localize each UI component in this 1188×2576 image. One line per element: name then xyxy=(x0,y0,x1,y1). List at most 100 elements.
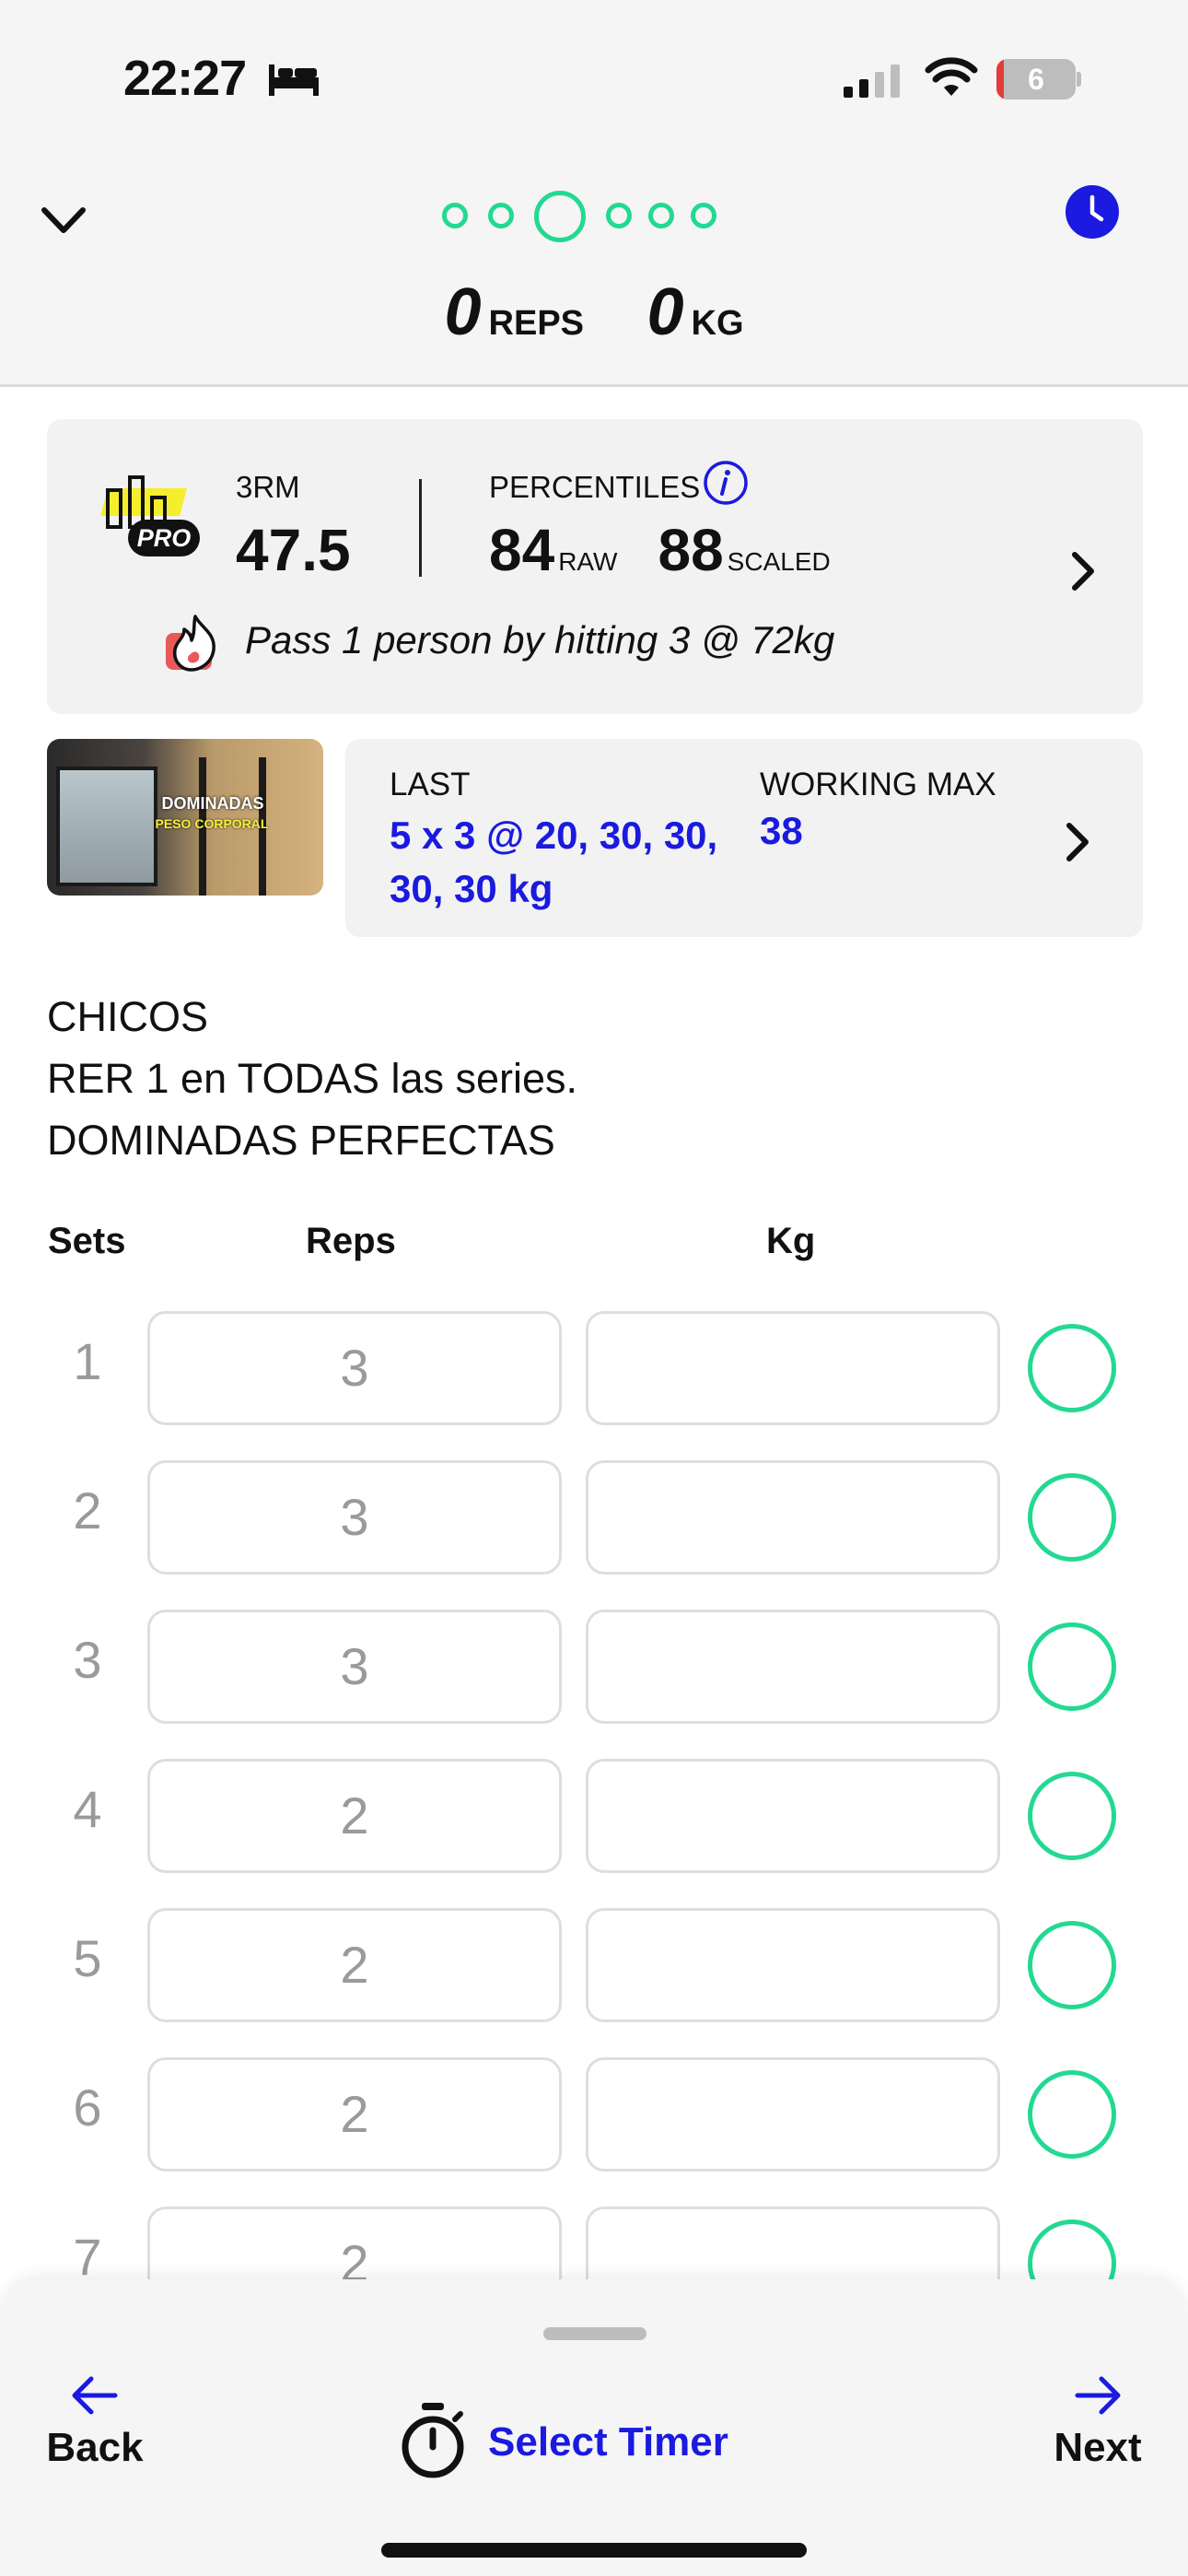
total-kg-value: 0 xyxy=(646,275,684,349)
select-timer-button[interactable]: Select Timer xyxy=(396,2399,783,2491)
set-row: 5 2 xyxy=(0,1908,1188,2028)
video-subtitle: PESO CORPORAL xyxy=(155,816,269,831)
chevron-right-icon[interactable] xyxy=(1054,814,1101,870)
next-label: Next xyxy=(1054,2425,1142,2470)
set-row: 4 2 xyxy=(0,1759,1188,1879)
last-value: 5 x 3 @ 20, 30, 30, 30, 30 kg xyxy=(390,814,718,910)
kg-input[interactable] xyxy=(586,1311,1000,1425)
battery-level: 6 xyxy=(1028,63,1044,96)
set-number: 4 xyxy=(73,1780,102,1838)
complete-set-checkbox[interactable] xyxy=(1028,2070,1116,2159)
notes-line: CHICOS xyxy=(47,993,209,1040)
challenge-text: Pass 1 person by hitting 3 @ 72kg xyxy=(245,618,835,662)
info-icon[interactable] xyxy=(703,460,749,506)
complete-set-checkbox[interactable] xyxy=(1028,1473,1116,1562)
working-max-value: 38 xyxy=(760,809,803,852)
set-number: 2 xyxy=(73,1481,102,1540)
bed-icon xyxy=(269,64,319,96)
reps-input[interactable]: 3 xyxy=(147,1311,562,1425)
fire-icon xyxy=(166,615,215,672)
progress-dot[interactable] xyxy=(606,203,632,228)
stopwatch-icon xyxy=(402,2403,464,2478)
set-row: 1 3 xyxy=(0,1311,1188,1431)
kg-input[interactable] xyxy=(586,1908,1000,2022)
percentiles-label: PERCENTILES xyxy=(489,470,701,504)
kg-input[interactable] xyxy=(586,1460,1000,1575)
kg-column-header: Kg xyxy=(766,1221,816,1261)
video-title: DOMINADAS xyxy=(161,794,264,813)
progress-dot[interactable] xyxy=(691,203,716,228)
reps-input[interactable]: 2 xyxy=(147,1908,562,2022)
reps-input[interactable]: 3 xyxy=(147,1610,562,1724)
raw-label: RAW xyxy=(558,547,618,576)
total-reps: 0 REPS xyxy=(444,275,584,350)
last-label: LAST xyxy=(390,767,471,802)
sheet-grabber[interactable] xyxy=(543,2327,646,2340)
rm-label: 3RM xyxy=(236,470,300,504)
sets-column-header: Sets xyxy=(48,1221,126,1261)
progress-dot[interactable] xyxy=(488,203,514,228)
home-indicator[interactable] xyxy=(381,2543,807,2558)
battery-icon: 6 xyxy=(996,59,1081,100)
arrow-right-icon xyxy=(1075,2376,1121,2415)
set-number: 1 xyxy=(73,1332,102,1390)
progress-dot[interactable] xyxy=(442,203,468,228)
session-totals: 0 REPS 0 KG xyxy=(0,275,1188,357)
set-number: 7 xyxy=(73,2228,102,2286)
chevron-down-icon[interactable] xyxy=(37,193,90,247)
notes-line: DOMINADAS PERFECTAS xyxy=(47,1117,555,1164)
progress-dot[interactable] xyxy=(648,203,674,228)
percentiles-values: 84 RAW 88 SCALED xyxy=(489,516,871,584)
status-bar: 22:27 6 xyxy=(0,0,1188,157)
wifi-icon xyxy=(925,57,978,96)
total-kg-unit: KG xyxy=(691,304,744,343)
set-number: 6 xyxy=(73,2078,102,2137)
kg-input[interactable] xyxy=(586,2057,1000,2172)
total-reps-value: 0 xyxy=(444,275,482,349)
select-timer-label: Select Timer xyxy=(488,2419,728,2465)
set-row: 3 3 xyxy=(0,1610,1188,1729)
next-button[interactable]: Next xyxy=(1029,2371,1167,2510)
set-row: 2 3 xyxy=(0,1460,1188,1580)
raw-percentile: 84 xyxy=(489,517,555,583)
svg-text:PRO: PRO xyxy=(137,524,192,552)
status-time: 22:27 xyxy=(123,51,247,106)
scaled-label: SCALED xyxy=(727,547,831,576)
stats-card[interactable]: PRO 3RM 47.5 PERCENTILES 84 RAW 88 SCALED P… xyxy=(47,419,1143,714)
arrow-left-icon xyxy=(72,2376,118,2415)
reps-column-header: Reps xyxy=(306,1221,396,1261)
total-kg: 0 KG xyxy=(646,275,743,350)
back-label: Back xyxy=(46,2425,144,2470)
kg-input[interactable] xyxy=(586,1610,1000,1724)
workout-header: 0 REPS 0 KG xyxy=(0,157,1188,387)
complete-set-checkbox[interactable] xyxy=(1028,1622,1116,1711)
progress-dot-active[interactable] xyxy=(534,191,586,242)
reps-input[interactable]: 3 xyxy=(147,1460,562,1575)
total-reps-unit: REPS xyxy=(488,304,585,343)
reps-input[interactable]: 2 xyxy=(147,1759,562,1873)
set-row: 6 2 xyxy=(0,2057,1188,2177)
scaled-percentile: 88 xyxy=(658,517,724,583)
kg-input[interactable] xyxy=(586,1759,1000,1873)
cellular-signal-icon xyxy=(844,64,900,98)
back-button[interactable]: Back xyxy=(26,2371,164,2510)
exercise-video-thumbnail[interactable]: DOMINADAS PESO CORPORAL xyxy=(47,739,323,896)
pro-chart-icon: PRO xyxy=(100,475,200,556)
set-number: 3 xyxy=(73,1631,102,1689)
chevron-right-icon[interactable] xyxy=(1060,544,1106,599)
divider xyxy=(419,479,422,577)
complete-set-checkbox[interactable] xyxy=(1028,1324,1116,1412)
notes-line: RER 1 en TODAS las series. xyxy=(47,1055,578,1102)
workout-screen: 22:27 6 0 REPS 0 KG PRO 3RM 47.5 PERCENT… xyxy=(0,0,1188,2576)
working-max-label: WORKING MAX xyxy=(760,767,996,802)
clock-icon[interactable] xyxy=(1065,184,1120,240)
complete-set-checkbox[interactable] xyxy=(1028,1772,1116,1860)
exercise-progress-dots[interactable] xyxy=(442,187,728,242)
bottom-action-bar: Back Select Timer Next xyxy=(0,2279,1188,2576)
exercise-notes: CHICOS RER 1 en TODAS las series. DOMINA… xyxy=(47,986,1134,1171)
complete-set-checkbox[interactable] xyxy=(1028,1921,1116,2009)
set-number: 5 xyxy=(73,1929,102,1987)
reps-input[interactable]: 2 xyxy=(147,2057,562,2172)
history-card[interactable]: LAST 5 x 3 @ 20, 30, 30, 30, 30 kg WORKI… xyxy=(345,739,1143,937)
rm-value: 47.5 xyxy=(236,517,351,583)
